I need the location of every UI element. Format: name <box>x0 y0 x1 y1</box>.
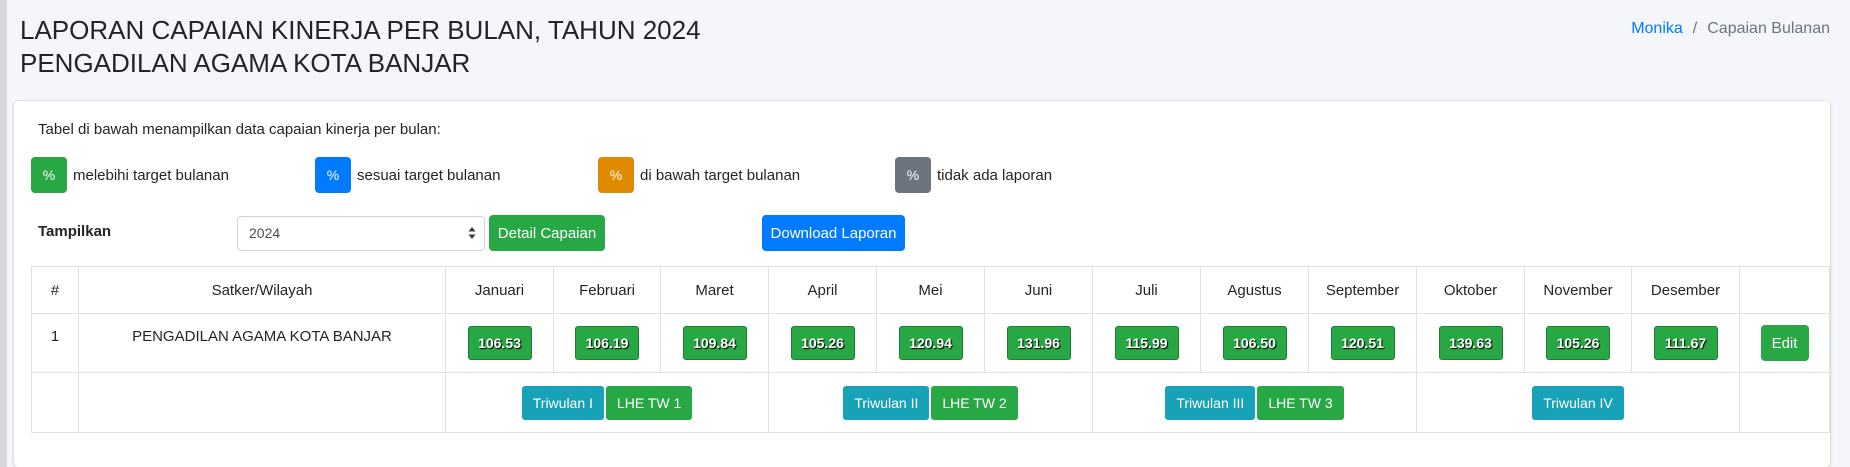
month-cell: 105.26 <box>1524 313 1632 373</box>
table-header-row: # Satker/Wilayah Januari Februari Maret … <box>31 266 1830 314</box>
triwulan-2-button[interactable]: Triwulan II <box>843 385 930 420</box>
legend-label: melebihi target bulanan <box>73 166 229 184</box>
lhe-tw-1-button[interactable]: LHE TW 1 <box>605 385 693 420</box>
left-edge-strip <box>0 0 7 467</box>
value-button-januari[interactable]: 106.53 <box>467 326 532 360</box>
year-select[interactable]: 2024 <box>237 216 485 251</box>
month-cell: 106.19 <box>553 313 661 373</box>
page-title-line1: LAPORAN CAPAIAN KINERJA PER BULAN, TAHUN… <box>20 15 701 45</box>
performance-table: # Satker/Wilayah Januari Februari Maret … <box>31 266 1830 433</box>
month-cell: 106.53 <box>445 313 554 373</box>
value-button-juni[interactable]: 131.96 <box>1006 326 1071 360</box>
breadcrumb: Monika / Capaian Bulanan <box>1631 20 1830 38</box>
action-cell: Edit <box>1739 313 1830 373</box>
month-cell: 139.63 <box>1416 313 1525 373</box>
legend-label: sesuai target bulanan <box>357 166 501 184</box>
column-header: Mei <box>876 266 985 314</box>
value-button-november[interactable]: 105.26 <box>1546 326 1610 360</box>
triwulan-3-button[interactable]: Triwulan III <box>1165 385 1256 420</box>
lhe-tw-3-button[interactable]: LHE TW 3 <box>1257 385 1344 420</box>
triwulan-1-button[interactable]: Triwulan I <box>521 385 604 420</box>
legend-swatch-green: % <box>31 157 67 193</box>
column-header: April <box>768 266 877 314</box>
value-button-april[interactable]: 105.26 <box>790 326 855 360</box>
breadcrumb-current: Capaian Bulanan <box>1707 20 1830 37</box>
legend: % melebihi target bulanan % sesuai targe… <box>31 157 1231 193</box>
download-laporan-button[interactable]: Download Laporan <box>762 215 905 251</box>
legend-swatch-gray: % <box>895 157 931 193</box>
value-button-juli[interactable]: 115.99 <box>1114 326 1179 360</box>
lhe-tw-2-button[interactable]: LHE TW 2 <box>931 385 1018 420</box>
month-cell: 115.99 <box>1092 313 1201 373</box>
legend-item-above-target: % melebihi target bulanan <box>31 157 229 193</box>
legend-label: tidak ada laporan <box>937 166 1053 184</box>
empty-cell <box>78 372 446 433</box>
report-card: Tabel di bawah menampilkan data capaian … <box>14 101 1830 467</box>
quarter-row: Triwulan I LHE TW 1 Triwulan II LHE TW 2 T… <box>31 372 1830 433</box>
legend-item-below-target: % di bawah target bulanan <box>598 157 800 193</box>
value-button-desember[interactable]: 111.67 <box>1653 326 1718 360</box>
table-row: 1 PENGADILAN AGAMA KOTA BANJAR 106.53 10… <box>31 313 1830 373</box>
legend-swatch-blue: % <box>315 157 351 193</box>
column-header: Satker/Wilayah <box>78 266 446 314</box>
quarter-cell-3: Triwulan III LHE TW 3 <box>1092 372 1417 433</box>
year-select-value: 2024 <box>249 225 281 241</box>
column-header: September <box>1308 266 1417 314</box>
column-header: Februari <box>553 266 661 314</box>
month-cell: 120.51 <box>1308 313 1417 373</box>
legend-item-no-report: % tidak ada laporan <box>895 157 1052 193</box>
month-cell: 109.84 <box>660 313 769 373</box>
column-header: November <box>1524 266 1632 314</box>
show-label: Tampilkan <box>38 223 112 240</box>
value-button-september[interactable]: 120.51 <box>1330 326 1395 360</box>
row-number: 1 <box>31 313 79 373</box>
value-button-maret[interactable]: 109.84 <box>682 326 747 360</box>
quarter-cell-4: Triwulan IV <box>1416 372 1740 433</box>
breadcrumb-home-link[interactable]: Monika <box>1631 20 1683 37</box>
value-button-agustus[interactable]: 106.50 <box>1222 326 1287 360</box>
column-header: Juli <box>1092 266 1201 314</box>
filter-controls: Tampilkan 2024 Detail Capaian Download L… <box>38 214 938 252</box>
column-header: Januari <box>445 266 554 314</box>
edit-button[interactable]: Edit <box>1760 325 1809 361</box>
column-header: Agustus <box>1200 266 1309 314</box>
month-cell: 120.94 <box>876 313 985 373</box>
detail-capaian-button[interactable]: Detail Capaian <box>489 215 605 251</box>
empty-cell <box>31 372 79 433</box>
page-title: LAPORAN CAPAIAN KINERJA PER BULAN, TAHUN… <box>20 14 1830 80</box>
quarter-cell-2: Triwulan II LHE TW 2 <box>768 372 1093 433</box>
month-cell: 131.96 <box>984 313 1093 373</box>
legend-label: di bawah target bulanan <box>640 166 801 184</box>
value-button-mei[interactable]: 120.94 <box>898 326 963 360</box>
value-button-februari[interactable]: 106.19 <box>575 326 639 360</box>
value-button-oktober[interactable]: 139.63 <box>1438 326 1503 360</box>
quarter-cell-1: Triwulan I LHE TW 1 <box>445 372 769 433</box>
column-header: Juni <box>984 266 1093 314</box>
breadcrumb-separator: / <box>1692 20 1698 37</box>
empty-cell <box>1739 372 1830 433</box>
month-cell: 105.26 <box>768 313 877 373</box>
column-header: Maret <box>660 266 769 314</box>
satker-name: PENGADILAN AGAMA KOTA BANJAR <box>78 313 446 373</box>
triwulan-4-button[interactable]: Triwulan IV <box>1532 385 1624 420</box>
legend-item-on-target: % sesuai target bulanan <box>315 157 500 193</box>
column-header: Desember <box>1631 266 1740 314</box>
select-updown-icon <box>468 227 476 239</box>
intro-text: Tabel di bawah menampilkan data capaian … <box>38 121 441 138</box>
month-cell: 106.50 <box>1200 313 1309 373</box>
column-header <box>1739 266 1830 314</box>
month-cell: 111.67 <box>1631 313 1740 373</box>
content-header: LAPORAN CAPAIAN KINERJA PER BULAN, TAHUN… <box>20 14 1830 84</box>
legend-swatch-orange: % <box>598 157 634 193</box>
page-title-line2: PENGADILAN AGAMA KOTA BANJAR <box>20 48 471 78</box>
column-header: # <box>31 266 79 314</box>
column-header: Oktober <box>1416 266 1525 314</box>
